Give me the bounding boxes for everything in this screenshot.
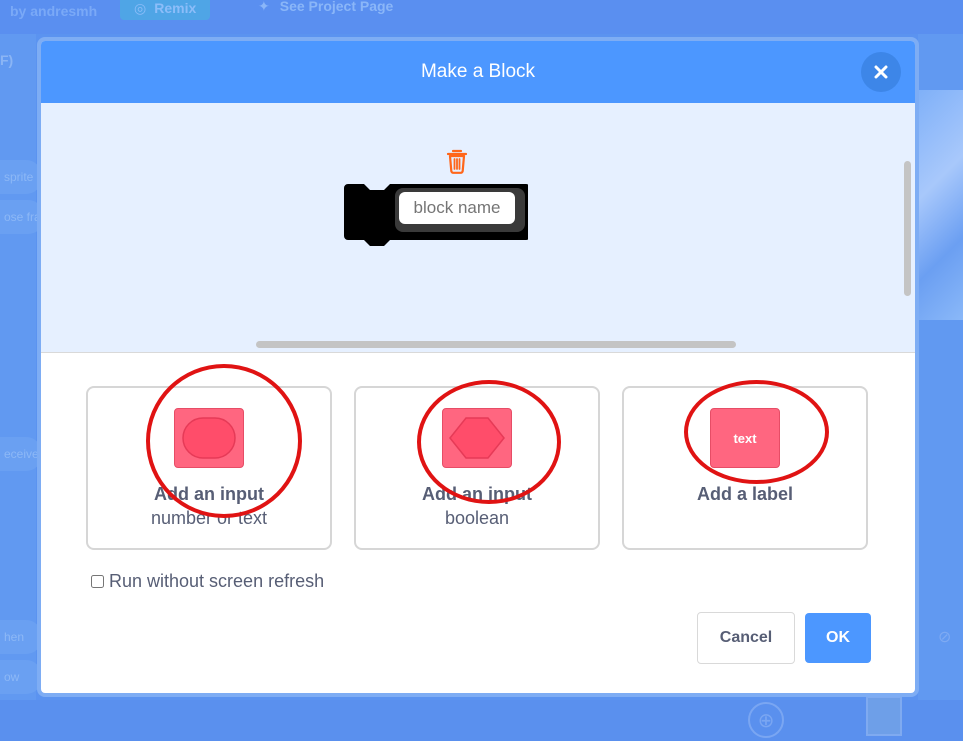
run-without-refresh-option[interactable]: Run without screen refresh — [91, 571, 324, 592]
palette-block: eceive — [0, 437, 42, 471]
see-project-page-button: ✦ See Project Page — [258, 0, 393, 15]
remix-label: Remix — [154, 0, 197, 16]
visibility-icon: ⊘ — [938, 629, 952, 646]
backdrop-thumbnail — [866, 696, 902, 736]
horizontal-scrollbar[interactable] — [256, 341, 736, 348]
cancel-button[interactable]: Cancel — [697, 612, 795, 664]
block-name-field[interactable] — [399, 192, 515, 224]
close-button[interactable] — [861, 52, 901, 92]
close-icon — [874, 65, 888, 79]
label-icon-text: text — [733, 430, 757, 446]
palette-block: sprite — [0, 160, 42, 194]
add-boolean-input-button[interactable]: Add an input boolean — [354, 386, 600, 550]
option-subtitle: number or text — [150, 508, 268, 528]
stage-image — [918, 90, 963, 320]
remix-icon: ◎ — [134, 0, 147, 16]
add-number-text-input-button[interactable]: Add an input number or text — [86, 386, 332, 550]
label-icon: text — [710, 408, 780, 468]
run-without-refresh-label[interactable]: Run without screen refresh — [109, 571, 324, 592]
palette-block: hen — [0, 620, 42, 654]
vertical-scrollbar[interactable] — [904, 161, 911, 296]
project-author: by andresmh — [10, 3, 98, 19]
run-without-refresh-checkbox[interactable] — [91, 575, 104, 588]
ok-button[interactable]: OK — [805, 613, 871, 663]
palette-header-fragment: F) — [0, 52, 14, 68]
boolean-input-icon — [442, 408, 512, 468]
option-title: Add a label — [696, 484, 794, 504]
option-subtitle: boolean — [444, 508, 510, 528]
see-project-icon: ✦ — [258, 0, 270, 14]
remix-button: ◎ Remix — [120, 0, 211, 20]
option-title: Add an input — [154, 484, 264, 504]
trash-icon[interactable] — [445, 148, 469, 174]
zoom-in-icon: ⊕ — [748, 702, 784, 738]
make-a-block-dialog: Make a Block Add an input number or t — [37, 37, 919, 697]
palette-block: ow — [0, 660, 42, 694]
see-project-label: See Project Page — [279, 0, 394, 14]
add-label-button[interactable]: text Add a label — [622, 386, 868, 550]
dialog-title: Make a Block — [420, 61, 536, 82]
dialog-header: Make a Block — [41, 41, 915, 103]
editor-bottom-strip — [0, 700, 963, 741]
number-input-icon — [174, 408, 244, 468]
option-title: Add an input — [422, 484, 532, 504]
block-preview-workspace[interactable] — [41, 103, 915, 353]
